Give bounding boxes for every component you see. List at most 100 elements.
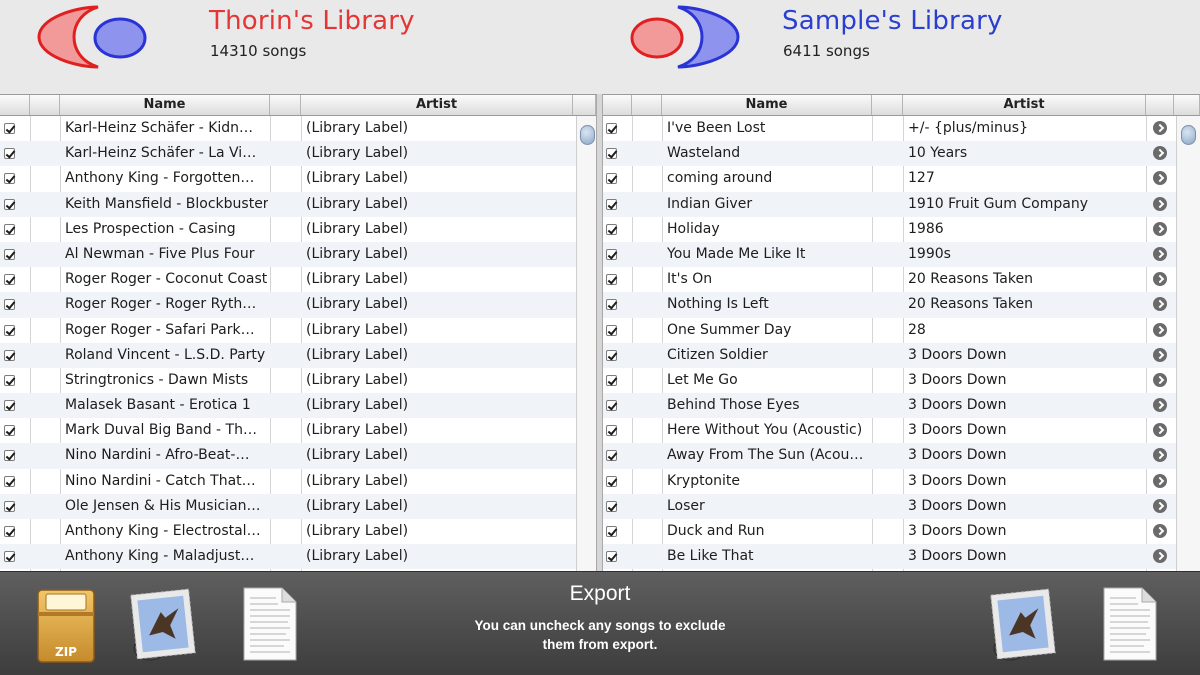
table-row[interactable]: Nothing Is Left 20 Reasons Taken [603, 292, 1200, 318]
checkbox-column-header[interactable] [603, 95, 632, 115]
blank-column-header[interactable] [872, 95, 903, 115]
include-checkbox[interactable] [606, 425, 617, 437]
go-arrow-icon[interactable] [1153, 448, 1167, 463]
go-arrow-icon[interactable] [1153, 549, 1167, 564]
go-arrow-icon[interactable] [1153, 524, 1167, 538]
right-scrollbar[interactable] [1176, 116, 1200, 571]
go-arrow-icon[interactable] [1153, 272, 1167, 287]
include-checkbox[interactable] [606, 123, 617, 134]
table-row[interactable]: Al Newman - Five Plus Four (Library Label… [0, 241, 596, 268]
scroll-thumb[interactable] [580, 125, 595, 145]
checkbox-column-header[interactable] [0, 95, 30, 115]
include-checkbox[interactable] [606, 299, 617, 311]
table-row[interactable]: Holiday 1986 [603, 217, 1200, 242]
include-checkbox[interactable] [606, 248, 617, 260]
table-row[interactable]: Mark Duval Big Band - Th… (Library Label) [0, 418, 596, 443]
table-row[interactable]: One Summer Day 28 [603, 318, 1200, 343]
include-checkbox[interactable] [606, 450, 617, 462]
include-checkbox[interactable] [4, 248, 15, 260]
artist-column-header[interactable]: Artist [903, 95, 1146, 115]
go-arrow-icon[interactable] [1153, 146, 1167, 161]
include-checkbox[interactable] [4, 475, 15, 487]
table-row[interactable]: Be Like That 3 Doors Down [603, 544, 1200, 570]
table-row[interactable]: Indian Giver 1910 Fruit Gum Company [603, 191, 1200, 217]
table-row[interactable]: Nino Nardini - Catch That… (Library Label… [0, 469, 596, 494]
include-checkbox[interactable] [4, 551, 15, 563]
table-row[interactable]: Karl-Heinz Schäfer - La Vi… (Library Labe… [0, 141, 596, 167]
text-document-icon[interactable] [1100, 586, 1160, 662]
include-checkbox[interactable] [4, 425, 15, 437]
table-row[interactable]: Roger Roger - Safari Park… (Library Label… [0, 318, 596, 343]
table-row[interactable]: Roland Vincent - L.S.D. Party (Library La… [0, 342, 596, 368]
table-row[interactable]: Keith Mansfield - Blockbuster (Library La… [0, 191, 596, 217]
include-checkbox[interactable] [606, 173, 617, 185]
go-arrow-icon[interactable] [1153, 121, 1167, 135]
blank-column-header[interactable] [632, 95, 662, 115]
include-checkbox[interactable] [4, 123, 15, 134]
include-checkbox[interactable] [4, 274, 15, 286]
include-checkbox[interactable] [606, 198, 617, 210]
include-checkbox[interactable] [606, 274, 617, 286]
go-arrow-icon[interactable] [1153, 498, 1167, 513]
blank-column-header[interactable] [270, 95, 301, 115]
table-row[interactable]: Les Prospection - Casing (Library Label) [0, 217, 596, 242]
go-arrow-icon[interactable] [1153, 347, 1167, 362]
include-checkbox[interactable] [606, 475, 617, 487]
go-arrow-icon[interactable] [1153, 196, 1167, 211]
table-row[interactable]: Kryptonite 3 Doors Down [603, 469, 1200, 494]
include-checkbox[interactable] [4, 148, 15, 160]
table-row[interactable]: Malasek Basant - Erotica 1 (Library Label… [0, 393, 596, 419]
table-row[interactable]: Anthony King - Electrostal… (Library Labe… [0, 519, 596, 544]
scroll-thumb[interactable] [1181, 125, 1196, 145]
table-row[interactable]: Loser 3 Doors Down [603, 493, 1200, 519]
table-row[interactable]: I've Been Lost +/- {plus/minus} [603, 116, 1200, 141]
include-checkbox[interactable] [606, 551, 617, 563]
table-row[interactable]: Behind Those Eyes 3 Doors Down [603, 393, 1200, 419]
left-scrollbar[interactable] [576, 116, 596, 571]
include-checkbox[interactable] [606, 400, 617, 412]
table-row[interactable]: Roger Roger - Roger Ryth… (Library Label) [0, 292, 596, 318]
table-row[interactable]: Away From The Sun (Acou… 3 Doors Down [603, 443, 1200, 469]
table-row[interactable]: Duck and Run 3 Doors Down [603, 519, 1200, 544]
table-row[interactable]: Here Without You (Acoustic) 3 Doors Down [603, 418, 1200, 443]
left-library-table[interactable]: Name Artist Karl-Heinz Schäfer - Kidn… (L… [0, 94, 596, 571]
go-arrow-icon[interactable] [1153, 423, 1167, 438]
include-checkbox[interactable] [4, 374, 15, 386]
include-checkbox[interactable] [606, 349, 617, 361]
table-row[interactable]: Let Me Go 3 Doors Down [603, 368, 1200, 393]
include-checkbox[interactable] [4, 173, 15, 185]
include-checkbox[interactable] [606, 223, 617, 235]
include-checkbox[interactable] [4, 349, 15, 361]
include-checkbox[interactable] [4, 526, 15, 537]
go-arrow-icon[interactable] [1153, 322, 1167, 337]
go-arrow-icon[interactable] [1153, 398, 1167, 413]
table-row[interactable]: Ole Jensen & His Musician… (Library Label… [0, 493, 596, 519]
go-arrow-icon[interactable] [1153, 246, 1167, 261]
table-row[interactable]: Stringtronics - Dawn Mists (Library Label… [0, 368, 596, 393]
table-row[interactable]: Wasteland 10 Years [603, 141, 1200, 167]
include-checkbox[interactable] [4, 299, 15, 311]
include-checkbox[interactable] [606, 324, 617, 336]
table-row[interactable]: Nino Nardini - Afro-Beat-… (Library Label… [0, 443, 596, 469]
table-row[interactable]: Citizen Soldier 3 Doors Down [603, 342, 1200, 368]
include-checkbox[interactable] [606, 374, 617, 386]
split-divider[interactable] [596, 94, 603, 571]
include-checkbox[interactable] [4, 324, 15, 336]
blank-column-header[interactable] [30, 95, 60, 115]
include-checkbox[interactable] [606, 500, 617, 512]
go-arrow-icon[interactable] [1153, 221, 1167, 236]
name-column-header[interactable]: Name [60, 95, 270, 115]
include-checkbox[interactable] [4, 223, 15, 235]
table-row[interactable]: Roger Roger - Coconut Coast (Library Labe… [0, 267, 596, 292]
go-arrow-icon[interactable] [1153, 473, 1167, 488]
go-arrow-icon[interactable] [1153, 297, 1167, 312]
go-arrow-icon[interactable] [1153, 372, 1167, 387]
table-row[interactable]: You Made Me Like It 1990s [603, 241, 1200, 268]
table-row[interactable]: Karl-Heinz Schäfer - Kidn… (Library Label… [0, 116, 596, 141]
table-row[interactable]: It's On 20 Reasons Taken [603, 267, 1200, 292]
include-checkbox[interactable] [606, 148, 617, 160]
include-checkbox[interactable] [4, 500, 15, 512]
artist-column-header[interactable]: Artist [301, 95, 573, 115]
include-checkbox[interactable] [4, 198, 15, 210]
include-checkbox[interactable] [4, 400, 15, 412]
